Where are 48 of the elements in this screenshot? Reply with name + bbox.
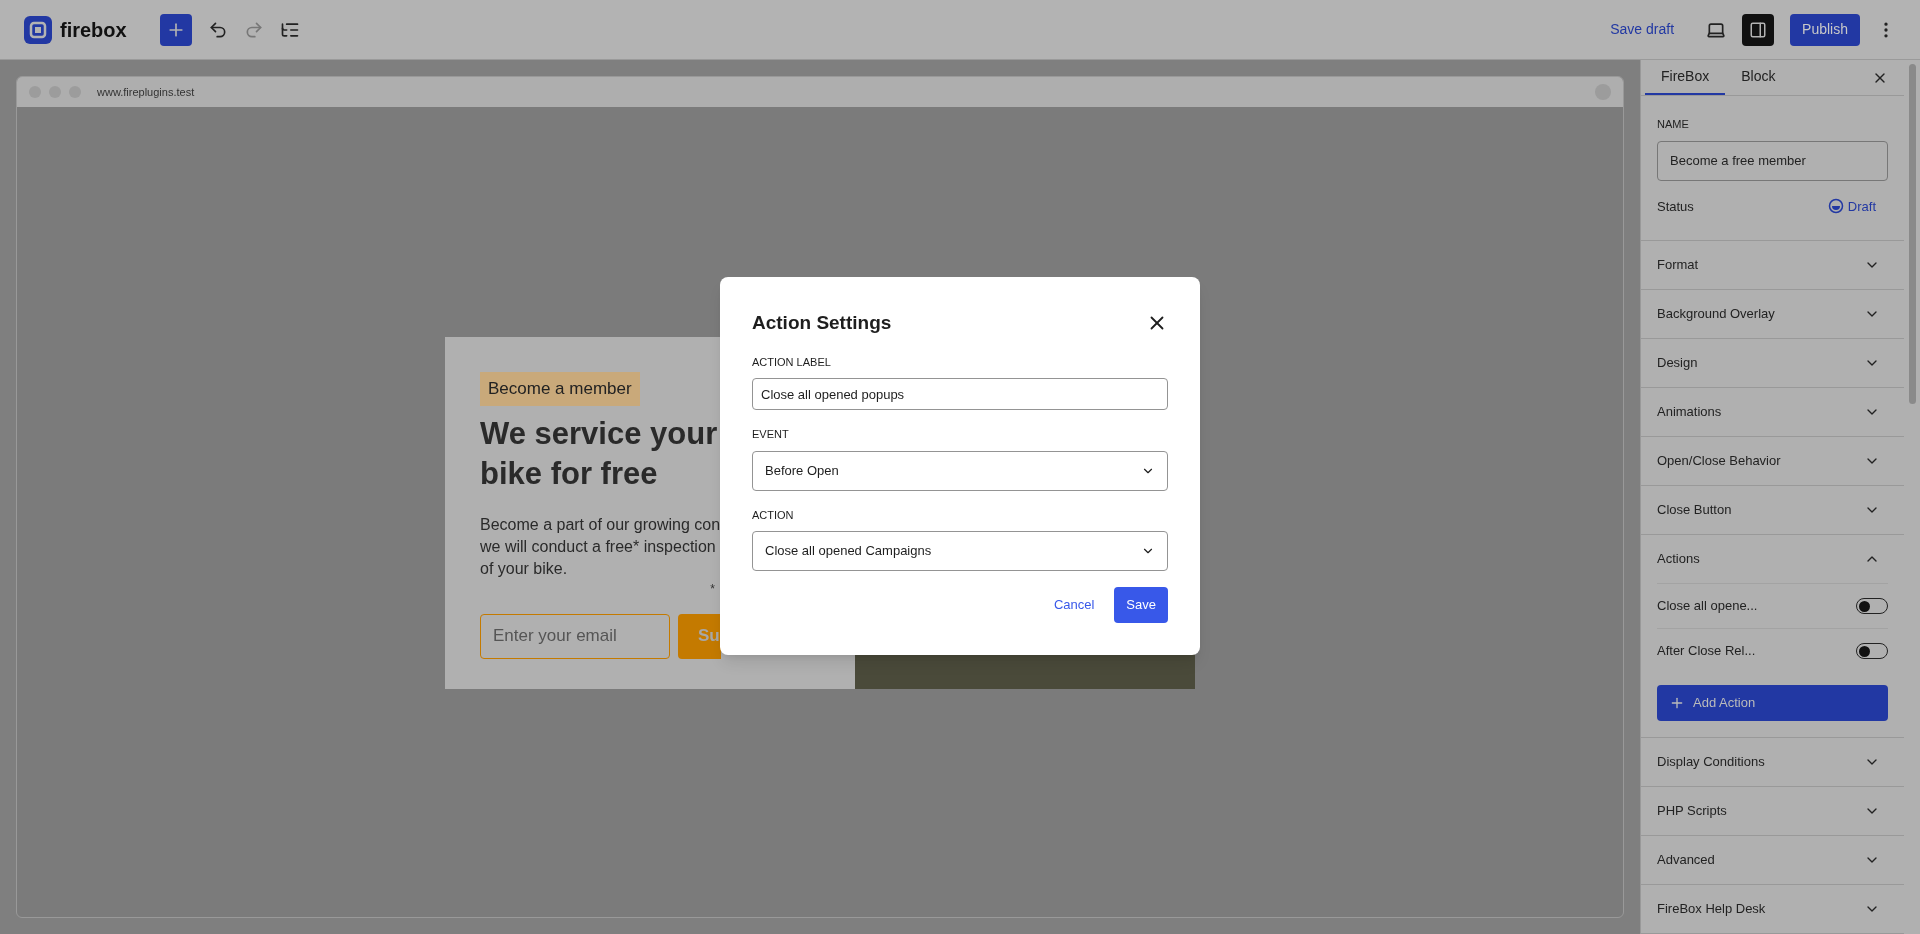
name-label: NAME [1657,117,1690,132]
popup-heading: We service your bike for free [480,414,719,493]
panel-header[interactable]: Animations [1641,388,1904,436]
sidebar-panel-icon [1749,20,1768,39]
sidebar-tab[interactable]: FireBox [1645,60,1726,95]
popup-body-text: Become a part of our growing con [480,514,721,535]
panel-header[interactable]: Actions [1641,535,1904,583]
name-input[interactable]: Become a free member [1657,140,1888,181]
popup-body-text: of your bike. [480,558,568,579]
email-input[interactable]: Enter your email [480,613,670,659]
panel-header[interactable]: PHP Scripts [1641,787,1904,835]
panel-header[interactable]: Format [1641,241,1904,289]
action-label: Close all opene... [1657,597,1758,616]
logo-text: firebox [60,17,127,43]
panel-header[interactable]: Background Overlay [1641,290,1904,338]
status-button[interactable]: Draft [1827,196,1876,216]
panel-header[interactable]: FireBox Help Desk [1641,885,1904,933]
undo-icon[interactable] [208,19,228,40]
action-label: After Close Rel... [1657,642,1756,661]
popup-body-text: we will conduct a free* inspection [480,536,716,557]
footnote-mark: * [710,580,715,598]
save-draft-link[interactable]: Save draft [1610,19,1675,40]
scrollbar-thumb[interactable] [1908,64,1916,404]
select-dropdown[interactable]: Close all opened Campaigns [752,531,1168,571]
add-block-button[interactable] [160,13,192,46]
field-label: ACTION [752,507,795,523]
plus-icon [1669,695,1685,711]
select-dropdown[interactable]: Before Open [752,450,1168,491]
sidebar-toggle-button[interactable] [1742,13,1775,46]
url-text: www.fireplugins.test [97,84,195,100]
publish-button[interactable]: Publish [1790,13,1860,46]
draft-status-icon [1827,198,1844,215]
logo-icon [24,15,52,44]
field-label: EVENT [752,427,790,442]
dialog-title: Action Settings [752,311,892,335]
action-label-input[interactable]: Close all opened popups [752,378,1168,410]
panel-header[interactable]: Display Conditions [1641,738,1904,786]
sidebar-tab[interactable]: Block [1725,60,1792,95]
panel-header[interactable]: Open/Close Behavior [1641,437,1904,485]
member-badge: Become a member [480,372,640,406]
field-label: ACTION LABEL [752,354,832,370]
panel-header[interactable]: Design [1641,339,1904,387]
save-button[interactable]: Save [1114,587,1168,623]
add-action-button[interactable]: Add Action [1657,685,1888,721]
panel-header[interactable]: Close Button [1641,486,1904,534]
panel-header[interactable]: Advanced [1641,836,1904,884]
status-label: Status [1657,197,1694,216]
cancel-button[interactable]: Cancel [1053,595,1095,615]
